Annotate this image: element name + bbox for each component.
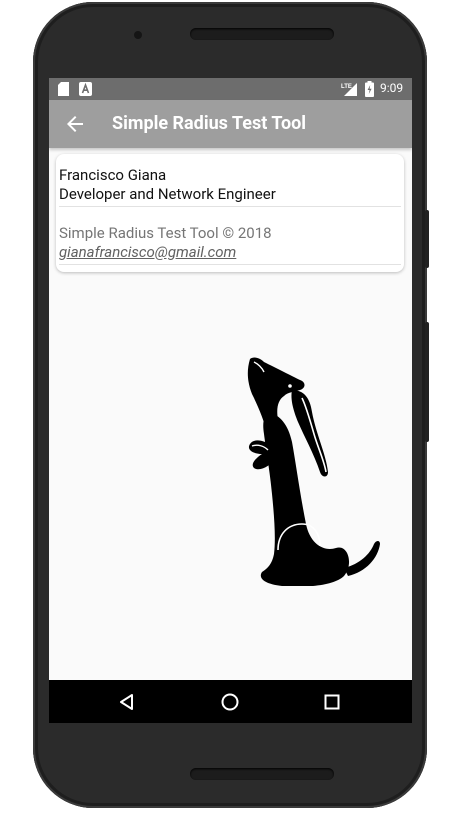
card-divider-bottom bbox=[59, 264, 401, 265]
navigation-bar bbox=[49, 680, 412, 723]
dachshund-illustration bbox=[247, 357, 380, 586]
status-bar: LTE 9:09 bbox=[49, 78, 412, 100]
card-divider bbox=[59, 206, 401, 207]
developer-name: Francisco Giana bbox=[59, 166, 167, 184]
back-triangle-icon[interactable] bbox=[116, 691, 138, 713]
top-speaker bbox=[190, 28, 334, 40]
svg-text:LTE: LTE bbox=[341, 84, 352, 90]
home-circle-icon[interactable] bbox=[219, 691, 241, 713]
power-button bbox=[425, 210, 429, 268]
app-bar: Simple Radius Test Tool bbox=[49, 100, 412, 148]
lte-signal-icon: LTE bbox=[341, 83, 357, 96]
developer-role: Developer and Network Engineer bbox=[59, 185, 276, 203]
arrow-back-icon[interactable] bbox=[63, 112, 87, 136]
bottom-speaker bbox=[190, 768, 334, 780]
status-time: 9:09 bbox=[380, 81, 404, 95]
front-camera bbox=[134, 31, 142, 39]
volume-button bbox=[425, 322, 429, 442]
copyright-text: Simple Radius Test Tool © 2018 bbox=[59, 224, 272, 242]
recents-square-icon[interactable] bbox=[321, 691, 343, 713]
app-bar-title: Simple Radius Test Tool bbox=[112, 113, 307, 134]
a-notification-icon bbox=[79, 82, 92, 96]
device-screen: LTE 9:09 Simple Radius Test Tool Francis… bbox=[49, 78, 412, 723]
battery-icon bbox=[365, 81, 374, 97]
about-card: Francisco Giana Developer and Network En… bbox=[56, 154, 404, 272]
sd-card-icon bbox=[58, 82, 69, 96]
email-link[interactable]: gianafrancisco@gmail.com bbox=[59, 243, 236, 261]
